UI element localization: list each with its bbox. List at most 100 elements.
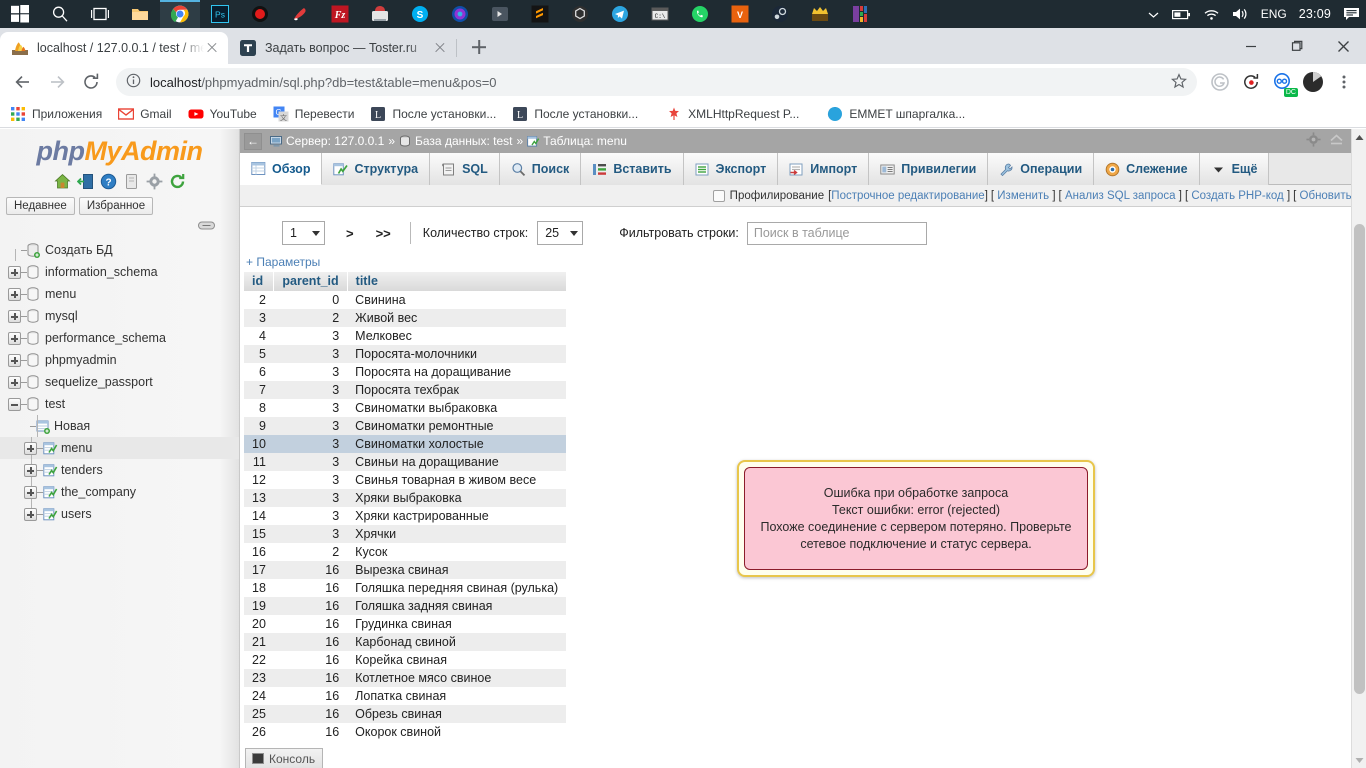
settings-gear-icon[interactable] bbox=[146, 173, 163, 190]
cell-title[interactable]: Свинина bbox=[347, 291, 567, 309]
tab-import[interactable]: Импорт bbox=[778, 153, 870, 185]
tab-tracking[interactable]: Слежение bbox=[1094, 153, 1200, 185]
winrar-icon[interactable] bbox=[840, 0, 880, 28]
cell-id[interactable]: 23 bbox=[244, 669, 274, 687]
scroll-up-icon[interactable] bbox=[1352, 129, 1366, 145]
cell-title[interactable]: Поросята-молочники bbox=[347, 345, 567, 363]
options-toggle-link[interactable]: + Параметры bbox=[246, 255, 1366, 269]
show-hidden-icons-icon[interactable] bbox=[1141, 0, 1166, 28]
steam-icon[interactable] bbox=[760, 0, 800, 28]
bookmark-youtube[interactable]: YouTube bbox=[188, 106, 257, 122]
media-player-icon[interactable] bbox=[480, 0, 520, 28]
bookmark-star-icon[interactable] bbox=[1170, 72, 1188, 92]
action-center-icon[interactable] bbox=[1337, 0, 1366, 28]
profile-avatar-icon[interactable] bbox=[1299, 68, 1327, 96]
tree-item-new-table[interactable]: Новая bbox=[0, 415, 239, 437]
search-icon[interactable] bbox=[40, 0, 80, 28]
explain-sql-link[interactable]: Анализ SQL запроса bbox=[1065, 190, 1176, 202]
table-row[interactable]: 14 3 Хряки кастрированные bbox=[244, 507, 567, 525]
cell-id[interactable]: 12 bbox=[244, 471, 274, 489]
table-row[interactable]: 24 16 Лопатка свиная bbox=[244, 687, 567, 705]
tree-item-sequelize-passport[interactable]: sequelize_passport bbox=[0, 371, 239, 393]
cell-title[interactable]: Карбонад свиной bbox=[347, 633, 567, 651]
tab-browse[interactable]: Обзор bbox=[240, 153, 323, 185]
cell-parent-id[interactable]: 16 bbox=[273, 615, 348, 633]
extension-adblock-icon[interactable]: DC bbox=[1268, 68, 1298, 97]
cell-parent-id[interactable]: 3 bbox=[273, 435, 348, 453]
vlc-icon[interactable]: V bbox=[720, 0, 760, 28]
cell-title[interactable]: Окорок свиной bbox=[347, 723, 567, 741]
cell-title[interactable]: Лопатка свиная bbox=[347, 687, 567, 705]
breadcrumb-database[interactable]: База данных: test bbox=[415, 134, 513, 148]
breadcrumb-server[interactable]: Сервер: 127.0.0.1 bbox=[286, 134, 384, 148]
tree-item-information-schema[interactable]: information_schema bbox=[0, 261, 239, 283]
table-row[interactable]: 6 3 Поросята на доращивание bbox=[244, 363, 567, 381]
bookmark-apps[interactable]: Приложения bbox=[10, 106, 102, 122]
expand-icon[interactable] bbox=[8, 353, 21, 367]
cell-id[interactable]: 2 bbox=[244, 291, 274, 309]
cell-id[interactable]: 4 bbox=[244, 327, 274, 345]
cell-id[interactable]: 3 bbox=[244, 309, 274, 327]
expand-icon[interactable] bbox=[8, 287, 21, 301]
cell-parent-id[interactable]: 16 bbox=[273, 687, 348, 705]
close-icon[interactable] bbox=[432, 40, 448, 56]
cell-id[interactable]: 17 bbox=[244, 561, 274, 579]
bookmark-xhr[interactable]: XMLHttpRequest P... bbox=[666, 106, 799, 122]
cell-title[interactable]: Хряки кастрированные bbox=[347, 507, 567, 525]
tree-item-mysql[interactable]: mysql bbox=[0, 305, 239, 327]
table-row[interactable]: 11 3 Свиньи на доращивание bbox=[244, 453, 567, 471]
cell-id[interactable]: 15 bbox=[244, 525, 274, 543]
column-header-id[interactable]: id bbox=[244, 272, 275, 291]
table-row[interactable]: 8 3 Свиноматки выбраковка bbox=[244, 399, 567, 417]
cell-id[interactable]: 8 bbox=[244, 399, 274, 417]
create-php-code-link[interactable]: Создать PHP-код bbox=[1191, 190, 1283, 202]
scrollbar-thumb[interactable] bbox=[1354, 224, 1365, 694]
tab-operations[interactable]: Операции bbox=[988, 153, 1095, 185]
cell-parent-id[interactable]: 16 bbox=[273, 579, 348, 597]
cell-parent-id[interactable]: 3 bbox=[273, 417, 348, 435]
table-row[interactable]: 16 2 Кусок bbox=[244, 543, 567, 561]
console-bar[interactable]: Консоль bbox=[245, 748, 323, 768]
cell-title[interactable]: Свиноматки холостые bbox=[347, 435, 567, 453]
cell-id[interactable]: 13 bbox=[244, 489, 274, 507]
cell-title[interactable]: Мелковес bbox=[347, 327, 567, 345]
expand-icon[interactable] bbox=[8, 375, 21, 389]
skype-icon[interactable]: S bbox=[400, 0, 440, 28]
cell-parent-id[interactable]: 0 bbox=[273, 291, 348, 309]
error-dialog[interactable]: Ошибка при обработке запроса Текст ошибк… bbox=[737, 460, 1095, 577]
table-row[interactable]: 12 3 Свинья товарная в живом весе bbox=[244, 471, 567, 489]
tree-item-table-tenders[interactable]: tenders bbox=[0, 459, 239, 481]
cell-id[interactable]: 7 bbox=[244, 381, 274, 399]
page-scrollbar[interactable] bbox=[1351, 129, 1366, 768]
table-row[interactable]: 7 3 Поросята техбрак bbox=[244, 381, 567, 399]
telegram-icon[interactable] bbox=[600, 0, 640, 28]
cell-id[interactable]: 21 bbox=[244, 633, 274, 651]
task-view-icon[interactable] bbox=[80, 0, 120, 28]
cell-id[interactable]: 5 bbox=[244, 345, 274, 363]
table-row[interactable]: 21 16 Карбонад свиной bbox=[244, 633, 567, 651]
cell-parent-id[interactable]: 3 bbox=[273, 525, 348, 543]
sidebar-collapse-button[interactable]: ← bbox=[244, 132, 262, 150]
cell-title[interactable]: Вырезка свиная bbox=[347, 561, 567, 579]
last-page-button[interactable]: >> bbox=[369, 226, 398, 241]
cell-title[interactable]: Свиноматки выбраковка bbox=[347, 399, 567, 417]
collapse-icon[interactable] bbox=[8, 397, 21, 411]
photoshop-icon[interactable]: Ps bbox=[200, 0, 240, 28]
docs-icon[interactable] bbox=[123, 173, 140, 190]
profiling-checkbox[interactable] bbox=[712, 189, 725, 202]
extension-recorder-icon[interactable] bbox=[1237, 68, 1265, 96]
cell-title[interactable]: Кусок bbox=[347, 543, 567, 561]
cell-id[interactable]: 11 bbox=[244, 453, 274, 471]
tree-item-create-db[interactable]: Создать БД bbox=[0, 239, 239, 261]
home-icon[interactable] bbox=[53, 173, 71, 190]
cell-parent-id[interactable]: 16 bbox=[273, 705, 348, 723]
inline-edit-link[interactable]: Построчное редактирование bbox=[831, 190, 984, 202]
whatsapp-icon[interactable] bbox=[680, 0, 720, 28]
cell-parent-id[interactable]: 3 bbox=[273, 327, 348, 345]
filezilla-icon[interactable]: Fz bbox=[320, 0, 360, 28]
recent-button[interactable]: Недавнее bbox=[6, 197, 75, 215]
cell-title[interactable]: Голяшка задняя свиная bbox=[347, 597, 567, 615]
table-row[interactable]: 20 16 Грудинка свиная bbox=[244, 615, 567, 633]
next-page-button[interactable]: > bbox=[339, 226, 361, 241]
browser-tab-1[interactable]: localhost / 127.0.0.1 / test / menu bbox=[0, 32, 228, 64]
